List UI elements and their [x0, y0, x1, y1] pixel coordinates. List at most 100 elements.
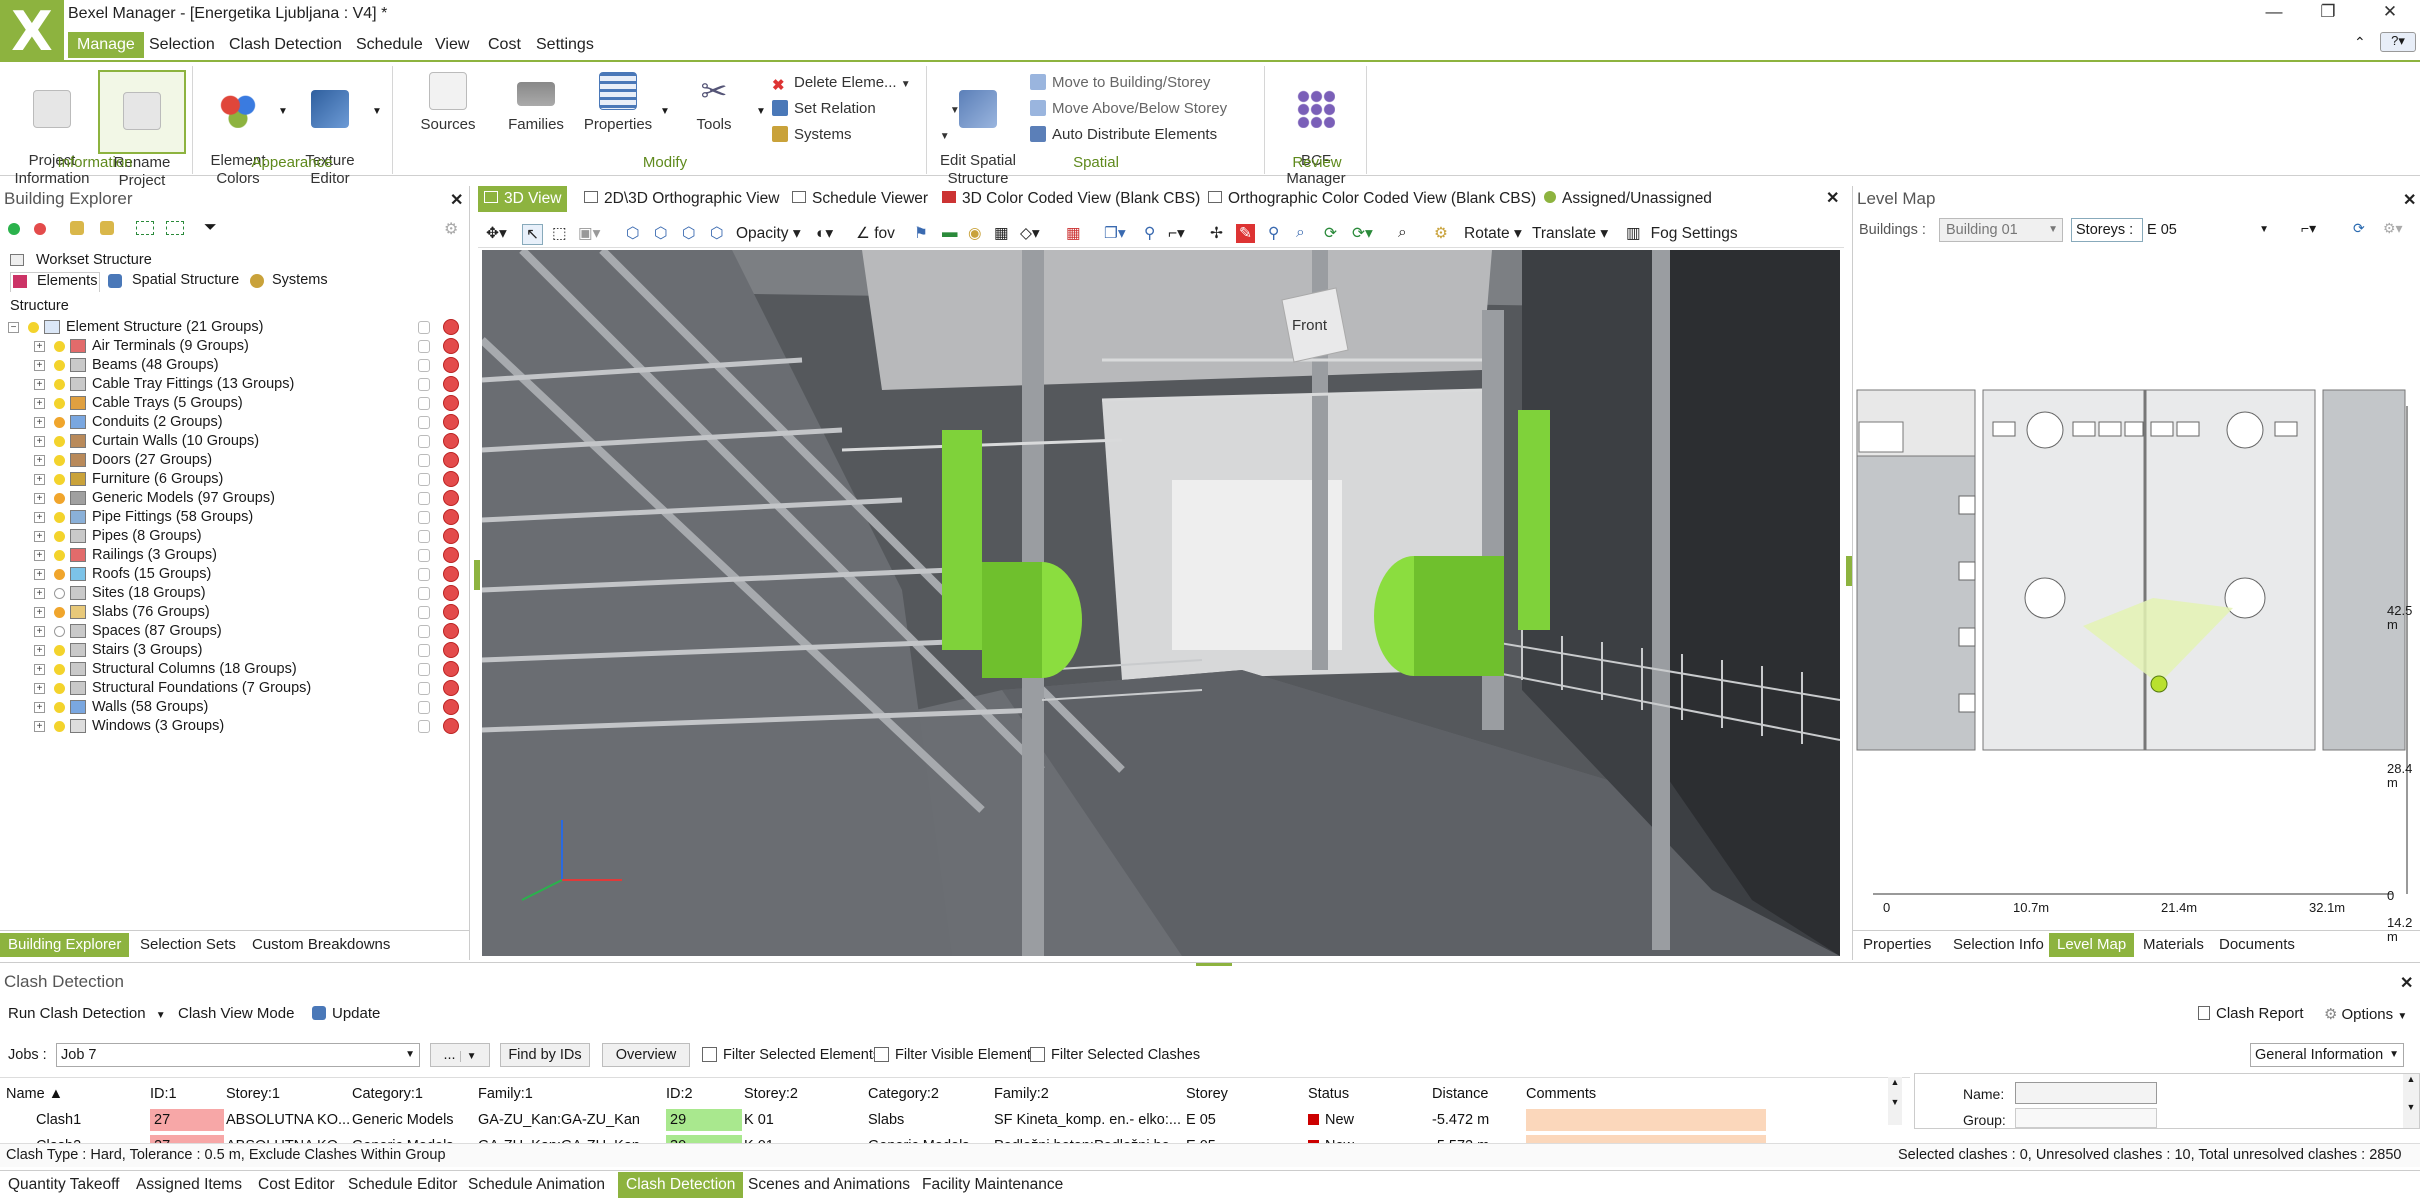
hide-toggle-icon[interactable]: [443, 357, 459, 373]
lock-toggle-icon[interactable]: [418, 340, 430, 353]
visibility-dot-icon[interactable]: [28, 321, 39, 333]
hide-toggle-icon[interactable]: [443, 718, 459, 734]
building-select[interactable]: Building 01 ▼: [1939, 218, 2063, 242]
lock-toggle-icon[interactable]: [418, 511, 430, 524]
splitter-handle[interactable]: [474, 560, 480, 590]
refresh-icon[interactable]: ⟳: [1324, 224, 1337, 243]
grid-icon[interactable]: ▦: [1066, 224, 1081, 243]
systems-button[interactable]: Systems ▼: [772, 124, 950, 146]
tree-item[interactable]: + Structural Foundations (7 Groups): [34, 679, 311, 698]
walk-icon[interactable]: ⚑: [914, 224, 928, 243]
tab-documents[interactable]: Documents: [2211, 933, 2303, 957]
sync-icon[interactable]: ⟳▾: [1352, 224, 1373, 243]
tab-schedule-animation[interactable]: Schedule Animation: [460, 1172, 613, 1198]
tab-assigned-unassigned[interactable]: Assigned/Unassigned: [1538, 186, 1712, 212]
table-cell[interactable]: GA-ZU_Kan:GA-ZU_Kan: [478, 1109, 664, 1131]
tools-button[interactable]: ✂ Tools: [676, 72, 752, 134]
zoom-icon[interactable]: ⌕: [1296, 224, 1305, 242]
table-cell[interactable]: New: [1308, 1109, 1430, 1131]
expand-icon[interactable]: +: [34, 606, 45, 618]
lock-toggle-icon[interactable]: [418, 473, 430, 486]
tree-item[interactable]: + Railings (3 Groups): [34, 546, 311, 565]
hide-toggle-icon[interactable]: [443, 585, 459, 601]
expand-icon[interactable]: +: [34, 511, 45, 523]
select-arrow-icon[interactable]: ↖: [522, 224, 543, 245]
view-cube-front-icon[interactable]: ⬡: [626, 224, 640, 243]
menu-view[interactable]: View: [426, 32, 478, 58]
edit-spatial-structure-button[interactable]: Edit Spatial Structure: [936, 72, 1020, 188]
visibility-dot-icon[interactable]: [54, 359, 65, 371]
lock-toggle-icon[interactable]: [418, 606, 430, 619]
tree-item[interactable]: + Doors (27 Groups): [34, 451, 311, 470]
menu-manage[interactable]: Manage: [68, 32, 144, 58]
tab-selection-sets[interactable]: Selection Sets: [132, 933, 244, 957]
tab-3d-view[interactable]: 3D View: [478, 186, 568, 212]
lock-toggle-icon[interactable]: [418, 625, 430, 638]
tree-item[interactable]: + Cable Tray Fittings (13 Groups): [34, 375, 311, 394]
column-header[interactable]: Comments: [1526, 1083, 1766, 1105]
menu-settings[interactable]: Settings: [527, 32, 603, 58]
visibility-dot-icon[interactable]: [54, 549, 65, 561]
move-icon[interactable]: ✢: [1210, 224, 1223, 243]
hide-toggle-icon[interactable]: [443, 452, 459, 468]
tree-item[interactable]: + Conduits (2 Groups): [34, 413, 311, 432]
tree-item[interactable]: + Windows (3 Groups): [34, 717, 311, 736]
jobs-select[interactable]: Job 7 ▼: [56, 1043, 420, 1067]
splitter-handle[interactable]: [1196, 963, 1232, 966]
translate-dropdown[interactable]: Translate ▾: [1532, 224, 1608, 243]
hide-toggle-icon[interactable]: [443, 433, 459, 449]
expand-icon[interactable]: +: [34, 625, 45, 637]
column-header[interactable]: ID:1: [150, 1083, 224, 1105]
detail-scrollbar[interactable]: ▲ ▼: [2403, 1074, 2419, 1128]
visibility-dot-icon[interactable]: [54, 701, 65, 713]
close-window-icon[interactable]: ✕: [2370, 2, 2410, 26]
clash-report-button[interactable]: Clash Report: [2198, 1005, 2304, 1022]
tab-properties[interactable]: Properties: [1855, 933, 1939, 957]
hide-toggle-icon[interactable]: [443, 566, 459, 582]
column-header[interactable]: Name ▲: [6, 1083, 146, 1105]
visibility-dot-icon[interactable]: [54, 644, 65, 656]
show-all-icon[interactable]: [8, 223, 20, 235]
help-icon[interactable]: ?▾: [2380, 32, 2416, 52]
close-clash-panel-icon[interactable]: ✕: [2400, 973, 2413, 993]
properties-button[interactable]: Properties: [580, 72, 656, 134]
visibility-dot-icon[interactable]: [54, 606, 65, 618]
auto-distribute-button[interactable]: Auto Distribute Elements: [1030, 124, 1217, 146]
table-cell[interactable]: 29: [666, 1109, 742, 1131]
tree-item[interactable]: + Curtain Walls (10 Groups): [34, 432, 311, 451]
map-settings-icon[interactable]: ⚙▾: [2383, 220, 2403, 237]
filter-selected-clashes-checkbox[interactable]: Filter Selected Clashes: [1030, 1047, 1200, 1063]
tree-root[interactable]: − Element Structure (21 Groups): [8, 318, 263, 337]
table-cell[interactable]: Clash1: [6, 1109, 152, 1131]
hide-toggle-icon[interactable]: [443, 376, 459, 392]
lock-toggle-icon[interactable]: [418, 663, 430, 676]
menu-cost[interactable]: Cost: [479, 32, 530, 58]
box-select-icon[interactable]: ⬚: [552, 224, 567, 243]
view-cube-iso-icon[interactable]: ⬡: [710, 224, 724, 243]
expand-icon[interactable]: +: [34, 568, 45, 580]
hide-toggle-icon[interactable]: [443, 623, 459, 639]
zoom-area-icon[interactable]: ⚲: [1268, 224, 1279, 243]
tree-item[interactable]: + Roofs (15 Groups): [34, 565, 311, 584]
grid-scrollbar[interactable]: ▲ ▼: [1888, 1077, 1902, 1125]
hide-toggle-icon[interactable]: [443, 680, 459, 696]
table-cell[interactable]: -5.472 m: [1432, 1109, 1524, 1131]
hide-toggle-icon[interactable]: [443, 509, 459, 525]
table-cell[interactable]: SF Kineta_komp. en.- elko:...: [994, 1109, 1184, 1131]
tab-scenes-animations[interactable]: Scenes and Animations: [740, 1172, 918, 1198]
tab-cost-editor[interactable]: Cost Editor: [250, 1172, 343, 1198]
tree-item[interactable]: + Slabs (76 Groups): [34, 603, 311, 622]
tab-building-explorer[interactable]: Building Explorer: [0, 933, 130, 957]
shape-icon[interactable]: ◇▾: [1020, 224, 1040, 243]
column-header[interactable]: Family:2: [994, 1083, 1184, 1105]
view-cube-top-icon[interactable]: ⬡: [654, 224, 668, 243]
lock-toggle-icon[interactable]: [418, 435, 430, 448]
tab-custom-breakdowns[interactable]: Custom Breakdowns: [244, 933, 398, 957]
visibility-dot-icon[interactable]: [54, 378, 65, 390]
expand-icon[interactable]: +: [34, 454, 45, 466]
lock-toggle-icon[interactable]: [418, 720, 430, 733]
sources-button[interactable]: Sources: [410, 72, 486, 134]
tree-item[interactable]: + Sites (18 Groups): [34, 584, 311, 603]
dropdown-arrow-icon[interactable]: ▼: [660, 106, 670, 117]
visibility-dot-icon[interactable]: [54, 587, 65, 599]
